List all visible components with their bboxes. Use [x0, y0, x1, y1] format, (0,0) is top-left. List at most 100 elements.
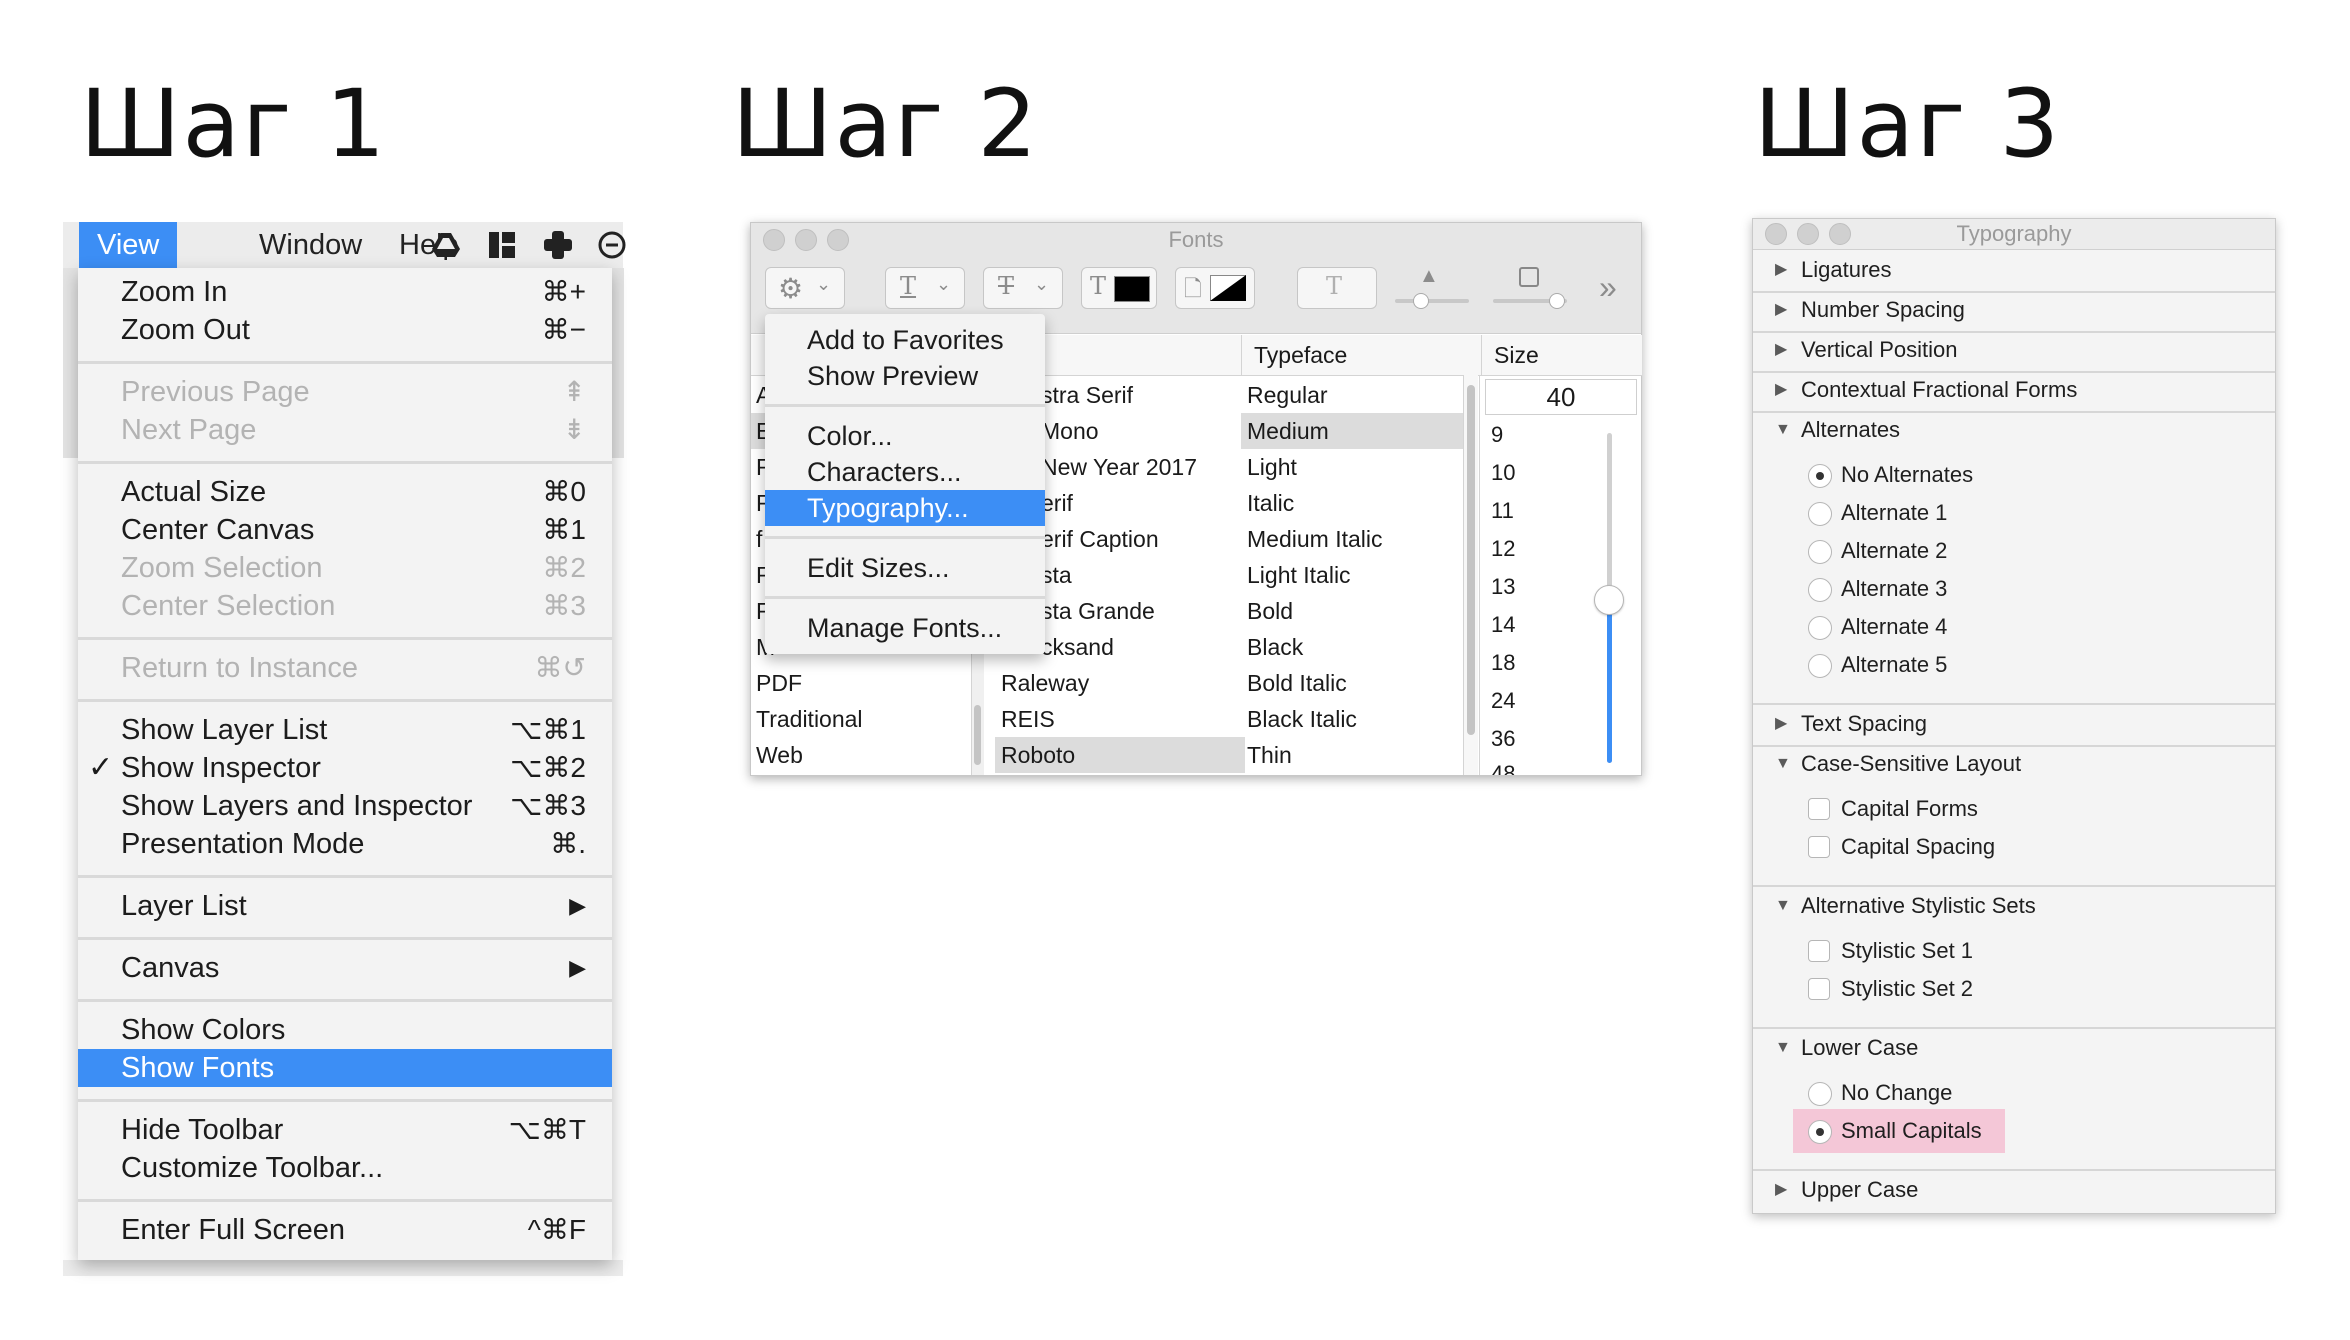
strikethrough-button[interactable]: T ⌄ — [983, 267, 1063, 309]
collection-item[interactable]: Web — [756, 737, 803, 773]
overflow-chevron-icon[interactable]: » — [1599, 269, 1617, 306]
menu-item-enter-full-screen[interactable]: Enter Full Screen ^⌘F — [78, 1211, 612, 1249]
size-header[interactable]: Size — [1481, 335, 1642, 376]
family-item[interactable]: erif — [1041, 485, 1073, 521]
text-color-button[interactable]: T — [1081, 267, 1157, 309]
typeface-item[interactable]: Black — [1247, 629, 1303, 665]
grid-icon[interactable] — [487, 230, 517, 260]
shadow-opacity-slider[interactable]: ▲ — [1391, 265, 1471, 315]
size-item[interactable]: 9 — [1491, 417, 1503, 453]
section-ligatures[interactable]: ▶ Ligatures — [1753, 251, 2275, 289]
typeface-item[interactable]: Bold Italic — [1247, 665, 1347, 701]
menu-item-add-to-favorites[interactable]: Add to Favorites — [765, 322, 1045, 358]
size-item[interactable]: 10 — [1491, 455, 1515, 491]
family-item[interactable]: sta — [1041, 557, 1072, 593]
menu-item-show-fonts[interactable]: Show Fonts — [78, 1049, 612, 1087]
typeface-item[interactable]: Light — [1247, 449, 1297, 485]
size-item[interactable]: 14 — [1491, 607, 1515, 643]
plugin-icon[interactable] — [543, 230, 573, 260]
family-item[interactable]: Mono — [1041, 413, 1099, 449]
section-text-spacing[interactable]: ▶ Text Spacing — [1753, 705, 2275, 743]
menu-item-center-canvas[interactable]: Center Canvas ⌘1 — [78, 511, 612, 549]
text-shadow-button[interactable]: T — [1297, 267, 1377, 309]
size-slider-knob[interactable] — [1594, 585, 1624, 615]
collection-item[interactable]: E — [751, 413, 771, 449]
option-alternate-1[interactable]: Alternate 1 — [1753, 495, 2275, 531]
typeface-item[interactable]: Bold — [1247, 593, 1293, 629]
menu-item-show-inspector[interactable]: ✓ Show Inspector ⌥⌘2 — [78, 749, 612, 787]
menu-item-show-colors[interactable]: Show Colors — [78, 1011, 612, 1049]
collection-item[interactable]: Traditional — [756, 701, 863, 737]
menu-item-color[interactable]: Color... — [765, 418, 1045, 454]
collection-item[interactable]: PDF — [756, 665, 802, 701]
shadow-blur-slider[interactable] — [1489, 265, 1569, 315]
menu-item-manage-fonts[interactable]: Manage Fonts... — [765, 610, 1045, 646]
menu-item-zoom-out[interactable]: Zoom Out ⌘− — [78, 311, 612, 349]
size-item[interactable]: 36 — [1491, 721, 1515, 757]
size-item[interactable]: 48 — [1491, 759, 1515, 775]
section-case-sensitive-layout[interactable]: ▼ Case-Sensitive Layout — [1753, 745, 2275, 783]
typeface-item[interactable]: Regular — [1247, 377, 1328, 413]
menu-item-show-preview[interactable]: Show Preview — [765, 358, 1045, 394]
option-stylistic-set-2[interactable]: Stylistic Set 2 — [1753, 971, 2275, 1007]
menu-item-characters[interactable]: Characters... — [765, 454, 1045, 490]
size-item[interactable]: 12 — [1491, 531, 1515, 567]
family-item-selected[interactable]: Roboto — [995, 737, 1245, 773]
section-alternative-stylistic-sets[interactable]: ▼ Alternative Stylistic Sets — [1753, 887, 2275, 925]
option-stylistic-set-1[interactable]: Stylistic Set 1 — [1753, 933, 2275, 969]
typeface-item[interactable]: Light Italic — [1247, 557, 1351, 593]
menu-help[interactable]: Help — [381, 222, 477, 268]
family-item[interactable]: New Year 2017 — [1041, 449, 1197, 485]
menu-item-show-layers-and-inspector[interactable]: Show Layers and Inspector ⌥⌘3 — [78, 787, 612, 825]
menu-item-customize-toolbar[interactable]: Customize Toolbar... — [78, 1149, 612, 1187]
option-alternate-4[interactable]: Alternate 4 — [1753, 609, 2275, 645]
typeface-item[interactable]: Medium Italic — [1247, 521, 1382, 557]
menu-item-canvas[interactable]: Canvas ▶ — [78, 949, 612, 987]
typeface-item[interactable]: Thin — [1247, 737, 1292, 773]
typeface-item[interactable]: Italic — [1247, 485, 1294, 521]
option-no-change[interactable]: No Change — [1753, 1075, 2275, 1111]
family-item[interactable]: erif Caption — [1041, 521, 1159, 557]
underline-button[interactable]: T ⌄ — [885, 267, 965, 309]
family-item[interactable]: Raleway — [1001, 665, 1089, 701]
family-item[interactable]: sta Grande — [1041, 593, 1155, 629]
typeface-item[interactable]: Black Italic — [1247, 701, 1357, 737]
section-lower-case[interactable]: ▼ Lower Case — [1753, 1029, 2275, 1067]
section-contextual-fractional-forms[interactable]: ▶ Contextual Fractional Forms — [1753, 371, 2275, 409]
option-small-capitals[interactable]: Small Capitals — [1753, 1113, 2275, 1149]
section-upper-case[interactable]: ▶ Upper Case — [1753, 1171, 2275, 1209]
typeface-item-selected[interactable]: Medium — [1241, 413, 1463, 449]
option-alternate-3[interactable]: Alternate 3 — [1753, 571, 2275, 607]
size-item[interactable]: 24 — [1491, 683, 1515, 719]
clock-icon[interactable] — [597, 230, 627, 260]
menu-item-actual-size[interactable]: Actual Size ⌘0 — [78, 473, 612, 511]
option-capital-forms[interactable]: Capital Forms — [1753, 791, 2275, 827]
drive-icon[interactable] — [431, 230, 461, 260]
section-number-spacing[interactable]: ▶ Number Spacing — [1753, 291, 2275, 329]
typeface-header[interactable]: Typeface — [1241, 335, 1482, 376]
size-item[interactable]: 18 — [1491, 645, 1515, 681]
family-item[interactable]: REIS — [1001, 701, 1055, 737]
document-color-button[interactable]: 🗋 — [1175, 267, 1255, 309]
menu-item-hide-toolbar[interactable]: Hide Toolbar ⌥⌘T — [78, 1111, 612, 1149]
section-alternates[interactable]: ▼ Alternates — [1753, 411, 2275, 449]
option-capital-spacing[interactable]: Capital Spacing — [1753, 829, 2275, 865]
family-item[interactable]: cksand — [1041, 629, 1114, 665]
menu-item-show-layer-list[interactable]: Show Layer List ⌥⌘1 — [78, 711, 612, 749]
option-alternate-2[interactable]: Alternate 2 — [1753, 533, 2275, 569]
collection-item[interactable]: f — [756, 521, 762, 557]
option-no-alternates[interactable]: No Alternates — [1753, 457, 2275, 493]
menu-item-edit-sizes[interactable]: Edit Sizes... — [765, 550, 1045, 586]
size-item[interactable]: 13 — [1491, 569, 1515, 605]
menu-item-presentation-mode[interactable]: Presentation Mode ⌘. — [78, 825, 612, 863]
menu-view[interactable]: View — [79, 222, 178, 268]
size-input[interactable]: 40 — [1485, 379, 1637, 415]
family-item[interactable]: stra Serif — [1041, 377, 1133, 413]
menu-window[interactable]: Window — [241, 222, 380, 268]
menu-item-typography[interactable]: Typography... — [765, 490, 1045, 526]
menu-item-layer-list[interactable]: Layer List ▶ — [78, 887, 612, 925]
section-vertical-position[interactable]: ▶ Vertical Position — [1753, 331, 2275, 369]
option-alternate-5[interactable]: Alternate 5 — [1753, 647, 2275, 683]
typeface-scrollbar[interactable] — [1463, 375, 1478, 775]
size-item[interactable]: 11 — [1491, 493, 1514, 529]
